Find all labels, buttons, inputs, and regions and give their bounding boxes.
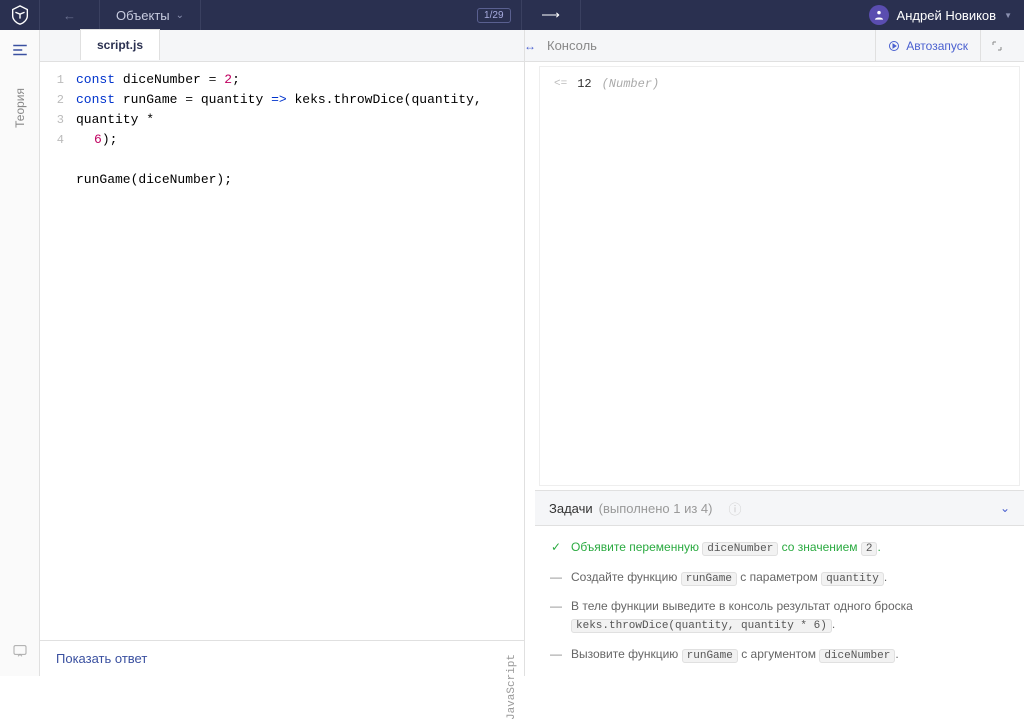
task-text: Создайте функцию runGame с параметром qu… [571,568,1010,588]
section-title-text: Объекты [116,8,170,23]
progress-badge: 1/29 [477,8,510,23]
task-text: Объявите переменную diceNumber со значен… [571,538,1010,558]
chevron-down-icon: ⌄ [176,10,184,21]
console-header: Консоль Автозапуск [535,30,1024,62]
editor-tab-script[interactable]: script.js [80,29,160,60]
console-line: <= 12 (Number) [554,77,1005,91]
avatar [869,5,889,25]
task-text: В теле функции выведите в консоль резуль… [571,597,1010,635]
task-text: Вызовите функцию runGame с аргументом di… [571,645,1010,665]
right-pane: Консоль Автозапуск <= 12 (Number) Задачи… [535,30,1024,676]
editor-tabs: script.js [40,30,524,62]
tasks-header: Задачи (выполнено 1 из 4) ⓘ ⌄ [535,490,1024,526]
console-arrow-icon: <= [554,78,567,90]
autorun-button[interactable]: Автозапуск [875,30,980,62]
console-type: (Number) [602,77,660,91]
user-menu[interactable]: Андрей Новиков ▼ [857,5,1024,25]
console-body: <= 12 (Number) [539,66,1020,486]
theory-tab[interactable]: Теория [13,88,27,128]
tasks-title: Задачи [549,501,593,516]
tasks-body: ✓ Объявите переменную diceNumber со знач… [535,526,1024,676]
main: Теория script.js JavaScript 1 2 3 4 cons… [0,30,1024,676]
show-answer-button[interactable]: Показать ответ [56,651,147,666]
menu-icon[interactable] [8,38,32,62]
splitter[interactable]: ↔ [525,30,535,676]
code-area[interactable]: const diceNumber = 2;const runGame = qua… [70,62,524,640]
gutter: 1 2 3 4 [40,62,70,640]
chevron-down-icon: ▼ [1004,11,1012,20]
dash-icon: — [549,597,563,615]
user-name: Андрей Новиков [897,8,997,23]
task-row: — В теле функции выведите в консоль резу… [549,597,1010,635]
task-row: — Вызовите функцию runGame с аргументом … [549,645,1010,665]
task-row: — Создайте функцию runGame с параметром … [549,568,1010,588]
chat-icon[interactable] [12,643,28,664]
sidebar-left: Теория [0,30,40,676]
editor-footer: Показать ответ [40,640,524,676]
resize-icon[interactable]: ↔ [525,30,535,62]
dash-icon: — [549,645,563,663]
logo[interactable] [0,0,40,30]
section-title[interactable]: Объекты ⌄ [100,0,201,30]
collapse-tasks-button[interactable]: ⌄ [1000,501,1010,515]
nav-prev-button[interactable]: ← [40,0,100,30]
editor-body[interactable]: JavaScript 1 2 3 4 const diceNumber = 2;… [40,62,524,640]
top-bar: ← Объекты ⌄ 1/29 ⟶ Андрей Новиков ▼ [0,0,1024,30]
nav-next-button[interactable]: ⟶ [521,0,581,30]
dash-icon: — [549,568,563,586]
editor-pane: script.js JavaScript 1 2 3 4 const diceN… [40,30,525,676]
console-title: Консоль [547,38,597,53]
task-row: ✓ Объявите переменную diceNumber со знач… [549,538,1010,558]
tasks-progress: (выполнено 1 из 4) [599,501,713,516]
check-icon: ✓ [549,538,563,556]
language-label: JavaScript [506,654,518,720]
autorun-label: Автозапуск [906,39,968,53]
expand-icon[interactable] [980,30,1012,62]
info-icon[interactable]: ⓘ [728,499,741,518]
console-value: 12 [577,77,591,91]
